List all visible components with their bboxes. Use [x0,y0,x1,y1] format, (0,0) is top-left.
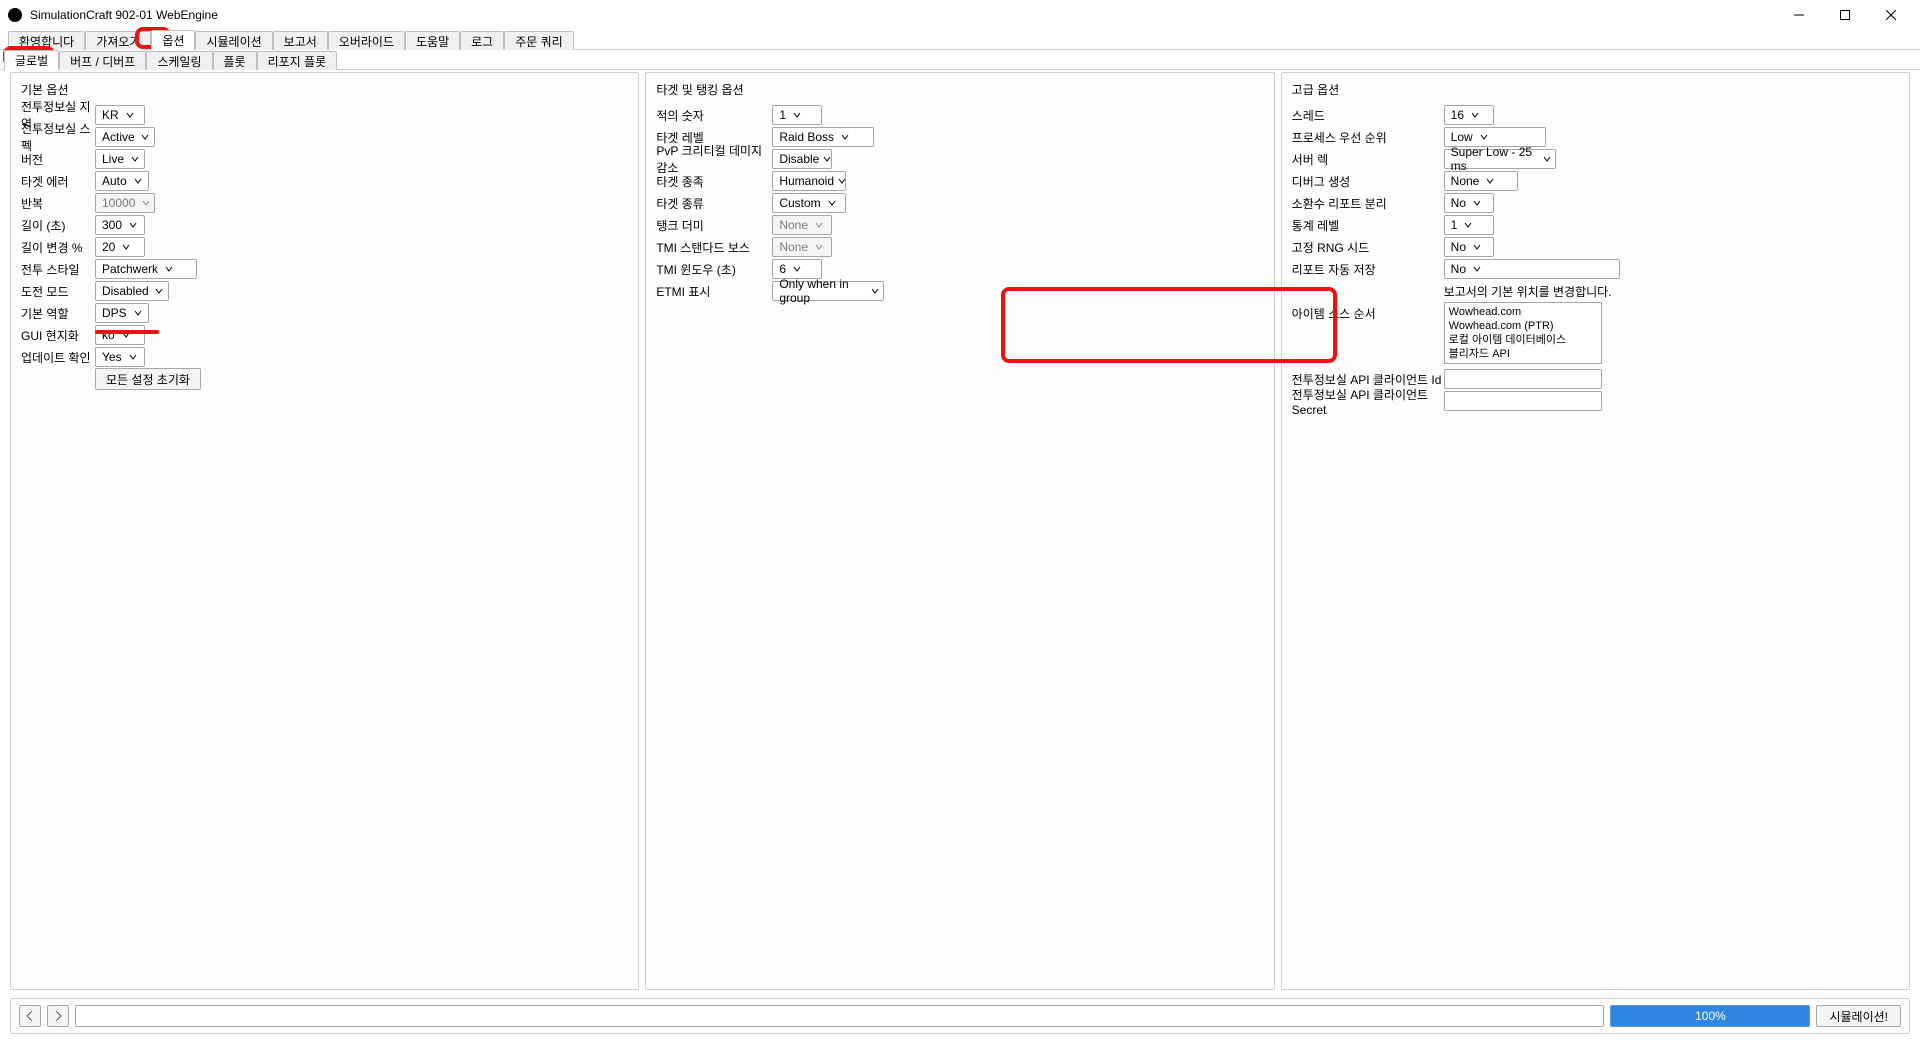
stat-level-label: 통계 레벨 [1292,217,1444,234]
item-source-option[interactable]: 블리자드 API [1449,347,1597,361]
update-check-label: 업데이트 확인 [21,349,95,366]
enemies-select[interactable]: 1 [772,105,822,125]
advanced-options-title: 고급 옵션 [1292,81,1899,98]
fixed-rng-label: 고정 RNG 시드 [1292,239,1444,256]
api-secret-label: 전투정보실 API 클라이언트 Secret [1292,386,1444,417]
etmi-select[interactable]: Only when in group [772,281,884,301]
length-label: 길이 (초) [21,217,95,234]
iterations-select[interactable]: 10000 [95,193,155,213]
sub-tab[interactable]: 스케일링 [146,51,212,70]
iterations-label: 반복 [21,195,95,212]
stat-level-select[interactable]: 1 [1444,215,1494,235]
progress-bar: 100% [1610,1005,1810,1027]
report-location-link[interactable]: 보고서의 기본 위치를 변경합니다. [1444,283,1612,300]
bottom-bar: 100% 시뮬레이션! [10,998,1910,1034]
target-tank-panel: 타겟 및 탱킹 옵션 적의 숫자1 타겟 레벨Raid Boss PvP 크리티… [645,72,1274,990]
default-role-label: 기본 역할 [21,305,95,322]
armory-spec-select[interactable]: Active [95,127,155,147]
tmi-boss-label: TMI 스탠다드 보스 [656,239,772,256]
simulate-button[interactable]: 시뮬레이션! [1816,1005,1901,1027]
version-label: 버전 [21,151,95,168]
sub-tab[interactable]: 리포지 플롯 [257,51,338,70]
latency-select[interactable]: Super Low - 25 ms [1444,149,1556,169]
item-source-option[interactable]: 로컬 아이템 데이터베이스 [1449,333,1597,347]
api-secret-input[interactable] [1444,391,1602,411]
threads-select[interactable]: 16 [1444,105,1494,125]
priority-label: 프로세스 우선 순위 [1292,129,1444,146]
main-tab[interactable]: 옵션 [151,30,195,50]
challenge-select[interactable]: Disabled [95,281,169,301]
sub-tab[interactable]: 버프 / 디버프 [59,51,146,70]
main-tab[interactable]: 오버라이드 [328,31,405,50]
minimize-button[interactable] [1776,0,1822,30]
gui-locale-select[interactable]: ko [95,325,145,345]
autosave-label: 리포트 자동 저장 [1292,261,1444,278]
latency-label: 서버 렉 [1292,151,1444,168]
length-var-select[interactable]: 20 [95,237,145,257]
sub-tab[interactable]: 글로벌 [4,50,59,70]
basic-options-title: 기본 옵션 [21,81,628,98]
app-icon [8,8,22,22]
target-level-select[interactable]: Raid Boss [772,127,874,147]
target-race-label: 타겟 종족 [656,173,772,190]
annotation-underline [95,330,159,334]
item-source-label: 아이템 소스 순서 [1292,302,1444,322]
item-source-option[interactable]: Wowhead.com [1449,305,1597,319]
main-tab[interactable]: 도움말 [405,31,460,50]
target-type-label: 타겟 종류 [656,195,772,212]
advanced-options-panel: 고급 옵션 스레드16 프로세스 우선 순위Low 서버 렉Super Low … [1281,72,1910,990]
tank-dummy-label: 탱크 더미 [656,217,772,234]
tank-dummy-select[interactable]: None [772,215,832,235]
reset-all-button[interactable]: 모든 설정 초기화 [95,368,201,390]
pvp-crit-select[interactable]: Disable [772,149,832,169]
item-source-option[interactable]: Wowhead.com (PTR) [1449,319,1597,333]
fixed-rng-select[interactable]: No [1444,237,1494,257]
main-tab[interactable]: 가져오기 [85,31,151,50]
etmi-label: ETMI 표시 [656,283,772,300]
main-tab[interactable]: 환영합니다 [8,31,85,50]
debug-select[interactable]: None [1444,171,1518,191]
enemies-label: 적의 숫자 [656,107,772,124]
item-source-listbox[interactable]: Wowhead.comWowhead.com (PTR)로컬 아이템 데이터베이… [1444,302,1602,364]
target-error-select[interactable]: Auto [95,171,149,191]
url-input[interactable] [75,1005,1604,1027]
pet-report-label: 소환수 리포트 분리 [1292,195,1444,212]
pet-report-select[interactable]: No [1444,193,1494,213]
fight-style-label: 전투 스타일 [21,261,95,278]
main-tab[interactable]: 로그 [460,31,504,50]
update-check-select[interactable]: Yes [95,347,145,367]
target-tank-title: 타겟 및 탱킹 옵션 [656,81,1263,98]
autosave-select[interactable]: No [1444,259,1620,279]
armory-region-select[interactable]: KR [95,105,145,125]
challenge-label: 도전 모드 [21,283,95,300]
sub-tab[interactable]: 플롯 [213,51,257,70]
length-var-label: 길이 변경 % [21,239,95,256]
basic-options-panel: 기본 옵션 전투정보실 지역KR 전투정보실 스펙Active 버전Live 타… [10,72,639,990]
main-tabs: 환영합니다가져오기옵션시뮬레이션보고서오버라이드도움말로그주문 쿼리 [0,30,1920,50]
maximize-button[interactable] [1822,0,1868,30]
api-id-input[interactable] [1444,369,1602,389]
tmi-window-label: TMI 윈도우 (초) [656,261,772,278]
version-select[interactable]: Live [95,149,145,169]
close-button[interactable] [1868,0,1914,30]
main-tab[interactable]: 보고서 [273,31,328,50]
main-tab[interactable]: 주문 쿼리 [504,31,574,50]
main-tab[interactable]: 시뮬레이션 [195,31,272,50]
tmi-window-select[interactable]: 6 [772,259,822,279]
target-error-label: 타겟 에러 [21,173,95,190]
forward-button[interactable] [47,1005,69,1027]
priority-select[interactable]: Low [1444,127,1546,147]
threads-label: 스레드 [1292,107,1444,124]
default-role-select[interactable]: DPS [95,303,149,323]
gui-locale-label: GUI 현지화 [21,327,95,344]
target-race-select[interactable]: Humanoid [772,171,846,191]
target-type-select[interactable]: Custom [772,193,846,213]
back-button[interactable] [19,1005,41,1027]
window-title: SimulationCraft 902-01 WebEngine [30,8,218,22]
tmi-boss-select[interactable]: None [772,237,832,257]
fight-style-select[interactable]: Patchwerk [95,259,197,279]
sub-tabs: 글로벌버프 / 디버프스케일링플롯리포지 플롯 [0,50,1920,70]
length-select[interactable]: 300 [95,215,145,235]
debug-label: 디버그 생성 [1292,173,1444,190]
